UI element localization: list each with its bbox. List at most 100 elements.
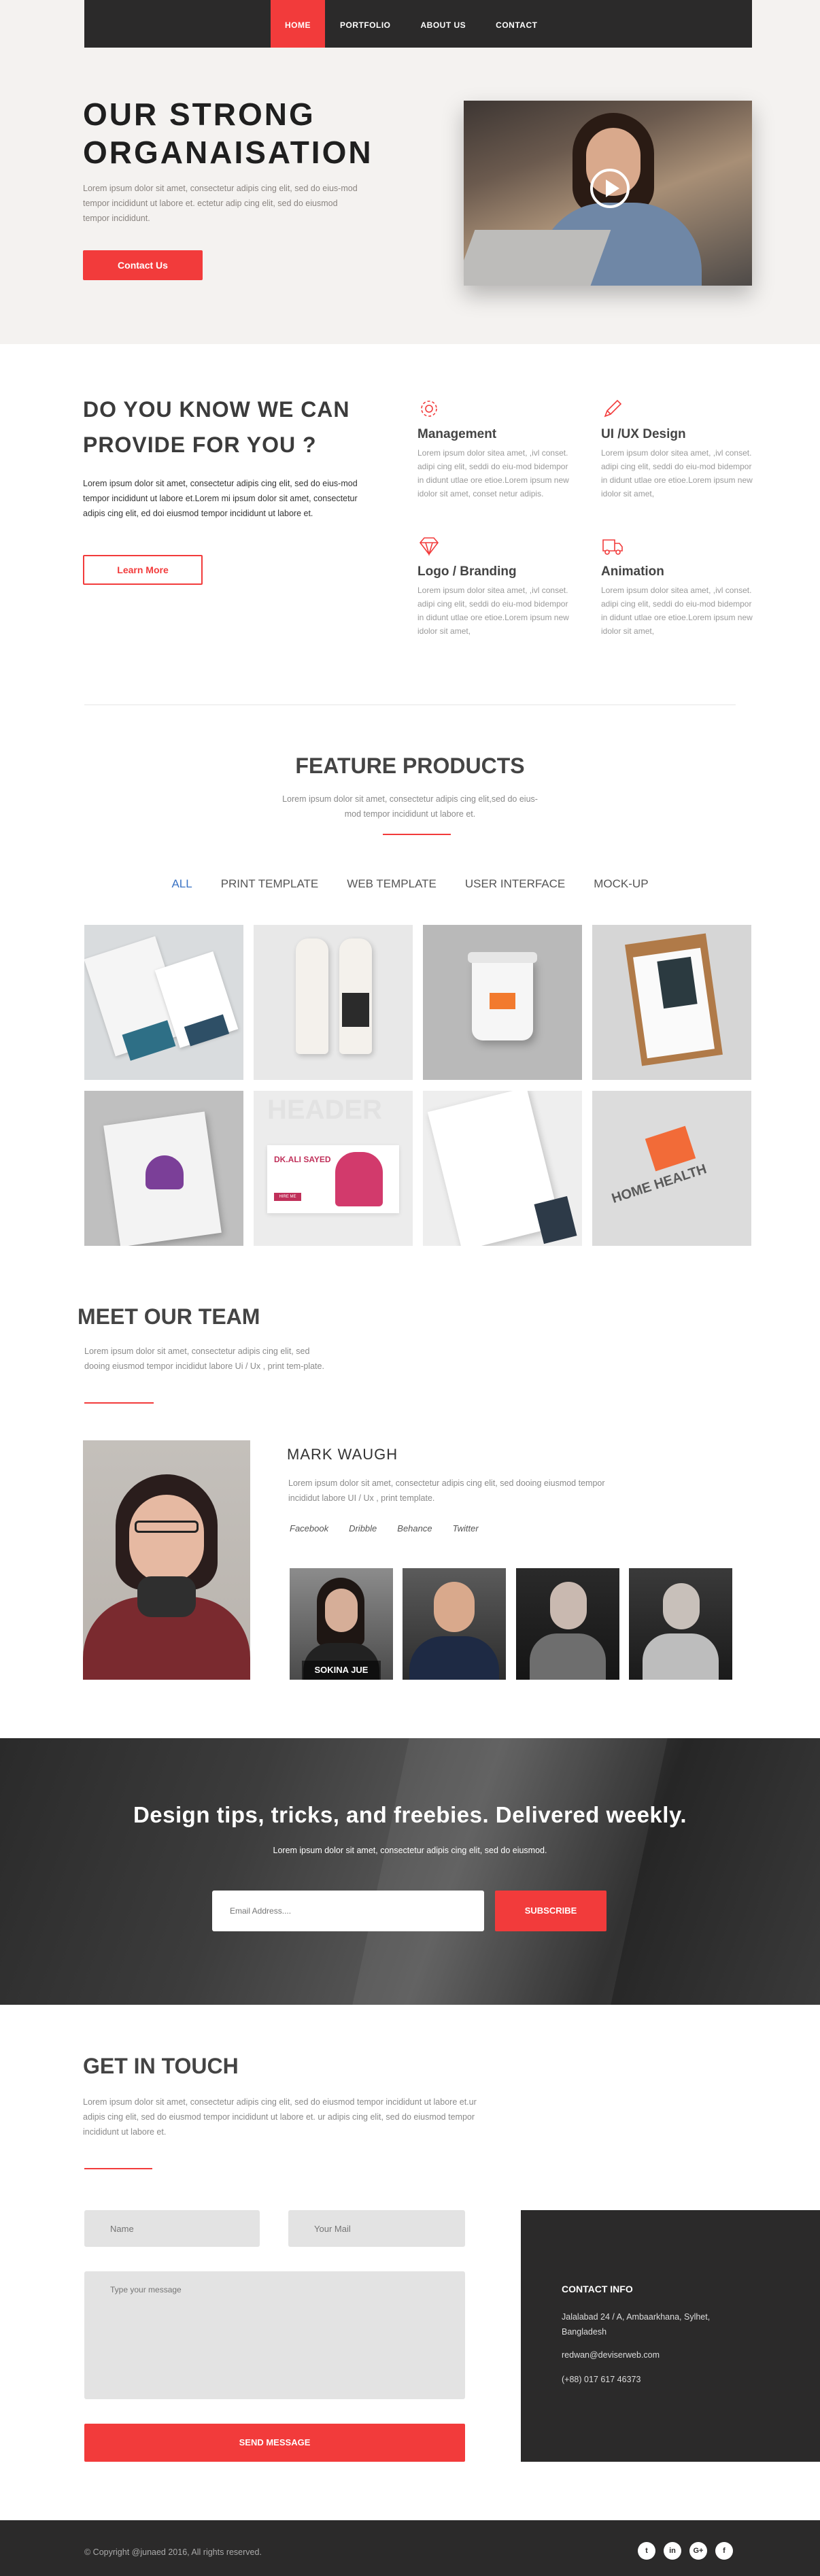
nav-item-home[interactable]: HOME [271, 0, 325, 48]
hero-photo-laptop [464, 230, 611, 286]
message-textarea[interactable] [84, 2271, 465, 2399]
member-bio: Lorem ipsum dolor sit amet, consectetur … [288, 1478, 605, 1503]
thumb-face [325, 1589, 358, 1632]
team-thumb-4[interactable] [629, 1568, 732, 1680]
product-tile-home-health[interactable]: HOME HEALTH [592, 1091, 751, 1246]
tile-cta: HIRE ME [274, 1193, 301, 1201]
photo-collar [137, 1576, 196, 1617]
service-management: Management Lorem ipsum dolor sitea amet,… [417, 397, 574, 501]
subscribe-button[interactable]: SUBSCRIBE [495, 1891, 607, 1931]
filter-all[interactable]: ALL [171, 877, 192, 891]
clipboard-photo [657, 956, 698, 1009]
service-text: Lorem ipsum dolor sitea amet, ,ivl conse… [417, 586, 569, 636]
thumb-body [409, 1636, 499, 1680]
top-navbar: HOME PORTFOLIO ABOUT US CONTACT [84, 0, 752, 48]
learn-more-button[interactable]: Learn More [83, 555, 203, 585]
services-title-line-2: PROVIDE FOR YOU ? [83, 433, 317, 457]
thumb-face [550, 1582, 587, 1629]
filter-print-template[interactable]: PRINT TEMPLATE [221, 877, 319, 891]
bottle-label [342, 993, 369, 1027]
service-text: Lorem ipsum dolor sitea amet, ,ivl conse… [601, 448, 753, 498]
email-address-input[interactable] [212, 1891, 484, 1931]
member-social-links: Facebook Dribble Behance Twitter [290, 1523, 499, 1533]
social-link-behance[interactable]: Behance [397, 1523, 432, 1533]
social-link-twitter[interactable]: Twitter [453, 1523, 479, 1533]
product-tile-stationery[interactable] [84, 925, 243, 1080]
contact-phone: (+88) 017 617 46373 [562, 2375, 641, 2384]
contact-us-button[interactable]: Contact Us [83, 250, 203, 280]
name-input[interactable] [84, 2210, 260, 2247]
send-message-button[interactable]: SEND MESSAGE [84, 2424, 465, 2462]
services-title: DO YOU KNOW WE CAN PROVIDE FOR YOU ? [83, 392, 369, 462]
newsletter-section [0, 1738, 820, 2005]
service-text: Lorem ipsum dolor sitea amet, ,ivl conse… [417, 448, 569, 498]
product-tile-cup[interactable] [423, 925, 582, 1080]
contact-title-underline [84, 2168, 152, 2169]
team-thumb-3[interactable] [516, 1568, 619, 1680]
facebook-icon[interactable]: f [715, 2542, 733, 2560]
product-tile-clipboard[interactable] [592, 925, 751, 1080]
copyright-text: © Copyright @junaed 2016, All rights res… [84, 2547, 262, 2557]
service-animation: Animation Lorem ipsum dolor sitea amet, … [601, 535, 757, 638]
product-tile-bottles[interactable] [254, 925, 413, 1080]
social-link-dribble[interactable]: Dribble [349, 1523, 377, 1533]
service-title: Logo / Branding [417, 564, 517, 579]
team-description: Lorem ipsum dolor sit amet, consectetur … [84, 1346, 324, 1371]
products-title: FEATURE PRODUCTS [295, 753, 525, 778]
nav-item-portfolio[interactable]: PORTFOLIO [325, 0, 406, 48]
pen-holder [534, 1196, 577, 1244]
hero-description: Lorem ipsum dolor sit amet, consectetur … [83, 184, 358, 223]
product-tile-logo-paper[interactable] [84, 1091, 243, 1246]
team-title-underline [84, 1402, 154, 1404]
service-title: UI /UX Design [601, 427, 686, 441]
photo-glasses [135, 1521, 199, 1533]
google-plus-icon[interactable]: G+ [689, 2542, 707, 2560]
team-thumb-label: SOKINA JUE [302, 1661, 381, 1680]
bottle-white [296, 938, 328, 1054]
team-title: MEET OUR TEAM [78, 1304, 260, 1329]
mail-input[interactable] [288, 2210, 465, 2247]
thumb-body [643, 1633, 719, 1680]
filter-mock-up[interactable]: MOCK-UP [594, 877, 648, 891]
member-photo-main [83, 1440, 250, 1680]
photo-face [129, 1495, 204, 1583]
newsletter-description: Lorem ipsum dolor sit amet, consectetur … [273, 1846, 547, 1855]
cup-logo [490, 993, 515, 1009]
linkedin-icon[interactable]: in [664, 2542, 681, 2560]
services-description: Lorem ipsum dolor sit amet, consectetur … [83, 479, 358, 518]
team-thumb-1[interactable]: SOKINA JUE [290, 1568, 393, 1680]
cup-lid [468, 952, 537, 963]
thumb-face [663, 1583, 700, 1629]
truck-icon [602, 539, 623, 555]
service-title: Management [417, 427, 497, 441]
play-icon[interactable] [590, 169, 630, 208]
thumb-face [434, 1582, 475, 1632]
products-title-underline [383, 834, 451, 835]
products-description: Lorem ipsum dolor sit amet, consectetur … [282, 794, 538, 819]
product-tile-web-header[interactable]: HEADER DK.ALI SAYED HIRE ME [254, 1091, 413, 1246]
product-tile-resume[interactable] [423, 1091, 582, 1246]
social-link-facebook[interactable]: Facebook [290, 1523, 328, 1533]
nav-menu: HOME PORTFOLIO ABOUT US CONTACT [271, 0, 552, 48]
filter-user-interface[interactable]: USER INTERFACE [465, 877, 565, 891]
tile-name-text: DK.ALI SAYED [274, 1155, 331, 1164]
member-name: MARK WAUGH [287, 1446, 398, 1463]
pencil-icon [604, 399, 622, 418]
service-text: Lorem ipsum dolor sitea amet, ,ivl conse… [601, 586, 753, 636]
contact-info-title: CONTACT INFO [562, 2284, 633, 2294]
twitter-icon[interactable]: t [638, 2542, 655, 2560]
hero-title: OUR STRONG ORGANAISATION [83, 95, 423, 171]
hoodie-figure [335, 1152, 383, 1206]
portfolio-filters: ALL PRINT TEMPLATE WEB TEMPLATE USER INT… [0, 877, 820, 891]
team-thumb-2[interactable] [403, 1568, 506, 1680]
contact-email[interactable]: redwan@deviserweb.com [562, 2348, 738, 2362]
newsletter-title: Design tips, tricks, and freebies. Deliv… [133, 1802, 687, 1827]
nav-item-contact[interactable]: CONTACT [481, 0, 552, 48]
hero-title-line-1: OUR STRONG [83, 97, 315, 132]
butterfly-logo [146, 1155, 184, 1189]
hero-title-line-2: ORGANAISATION [83, 135, 373, 170]
service-title: Animation [601, 564, 664, 579]
contact-title: GET IN TOUCH [83, 2054, 239, 2078]
filter-web-template[interactable]: WEB TEMPLATE [347, 877, 437, 891]
nav-item-about-us[interactable]: ABOUT US [406, 0, 481, 48]
